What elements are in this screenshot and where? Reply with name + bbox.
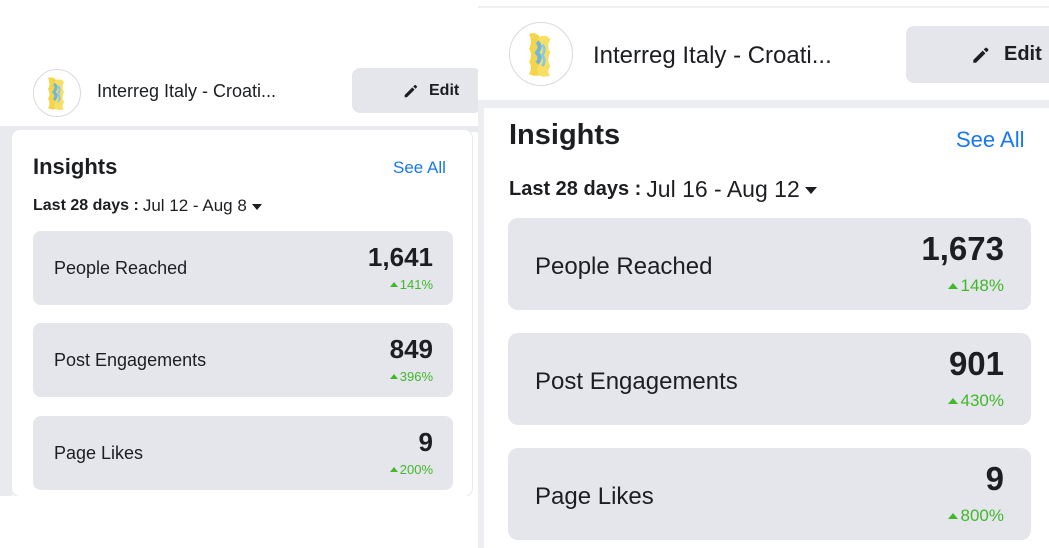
date-range: Jul 16 - Aug 12 [646, 176, 800, 202]
pencil-icon [404, 84, 418, 97]
triangle-up-icon [947, 398, 958, 404]
triangle-up-icon [389, 467, 398, 472]
triangle-up-icon [389, 282, 398, 287]
interreg-logo-icon [529, 33, 551, 77]
edit-button-label: Edit [1004, 43, 1042, 65]
metric-change-value: 141% [399, 277, 433, 292]
metric-label: People Reached [54, 258, 188, 278]
date-range: Jul 12 - Aug 8 [142, 196, 247, 215]
insights-screen-left: Interreg Italy - Croati... Edit Insights… [0, 0, 478, 548]
page-avatar[interactable] [33, 69, 81, 117]
edit-page-button[interactable]: Edit [352, 68, 478, 113]
section-divider-left [0, 126, 12, 496]
page-avatar[interactable] [509, 22, 573, 86]
date-range-selector[interactable]: Last 28 days : Jul 16 - Aug 12 [509, 176, 817, 203]
edit-page-button[interactable]: Edit [906, 26, 1049, 83]
see-all-link[interactable]: See All [956, 127, 1025, 153]
period-label: Last 28 days : [509, 178, 642, 200]
metric-value: 9 [418, 427, 433, 457]
top-divider [478, 6, 1049, 8]
metric-post-engagements[interactable]: Post Engagements 849 396% [33, 323, 453, 397]
period-label: Last 28 days : [33, 197, 139, 214]
insights-title: Insights [509, 119, 621, 151]
see-all-link[interactable]: See All [393, 158, 446, 178]
metric-change-value: 148% [960, 276, 1004, 295]
metric-change-value: 800% [960, 506, 1004, 525]
metric-people-reached[interactable]: People Reached 1,641 141% [33, 231, 453, 305]
metric-label: Page Likes [535, 483, 654, 510]
metric-change: 800% [947, 506, 1004, 526]
metric-change: 396% [389, 369, 433, 384]
page-name[interactable]: Interreg Italy - Croati... [593, 42, 832, 70]
triangle-up-icon [389, 374, 398, 379]
insights-title: Insights [33, 154, 118, 179]
metric-change-value: 430% [960, 391, 1004, 410]
caret-down-icon[interactable] [804, 187, 817, 194]
metric-post-engagements[interactable]: Post Engagements 901 430% [508, 333, 1031, 425]
metric-page-likes[interactable]: Page Likes 9 200% [33, 416, 453, 490]
metric-label: People Reached [535, 253, 713, 280]
pencil-icon [973, 47, 989, 63]
metric-change: 141% [389, 277, 433, 292]
insights-screen-right: Interreg Italy - Croati... Edit Insights… [478, 0, 1049, 548]
caret-down-icon[interactable] [251, 204, 262, 210]
triangle-up-icon [947, 283, 958, 289]
metric-label: Post Engagements [535, 368, 738, 395]
metric-change-value: 200% [399, 462, 433, 477]
metric-label: Page Likes [54, 443, 144, 463]
metric-change-value: 396% [399, 369, 433, 384]
metric-label: Post Engagements [54, 350, 207, 370]
metric-value: 1,641 [367, 242, 433, 272]
metric-change: 200% [389, 462, 433, 477]
interreg-logo-icon [48, 77, 64, 110]
metric-value: 9 [985, 460, 1004, 497]
metric-page-likes[interactable]: Page Likes 9 800% [508, 448, 1031, 540]
metric-value: 1,673 [921, 230, 1004, 267]
edit-button-label: Edit [429, 81, 460, 99]
metric-change: 148% [947, 276, 1004, 296]
metric-value: 901 [948, 345, 1004, 382]
metric-change: 430% [947, 391, 1004, 411]
triangle-up-icon [947, 513, 958, 519]
page-name[interactable]: Interreg Italy - Croati... [97, 81, 276, 102]
metric-value: 849 [389, 334, 433, 364]
date-range-selector[interactable]: Last 28 days : Jul 12 - Aug 8 [33, 196, 262, 216]
blank-area [0, 496, 478, 548]
metric-people-reached[interactable]: People Reached 1,673 148% [508, 218, 1031, 310]
